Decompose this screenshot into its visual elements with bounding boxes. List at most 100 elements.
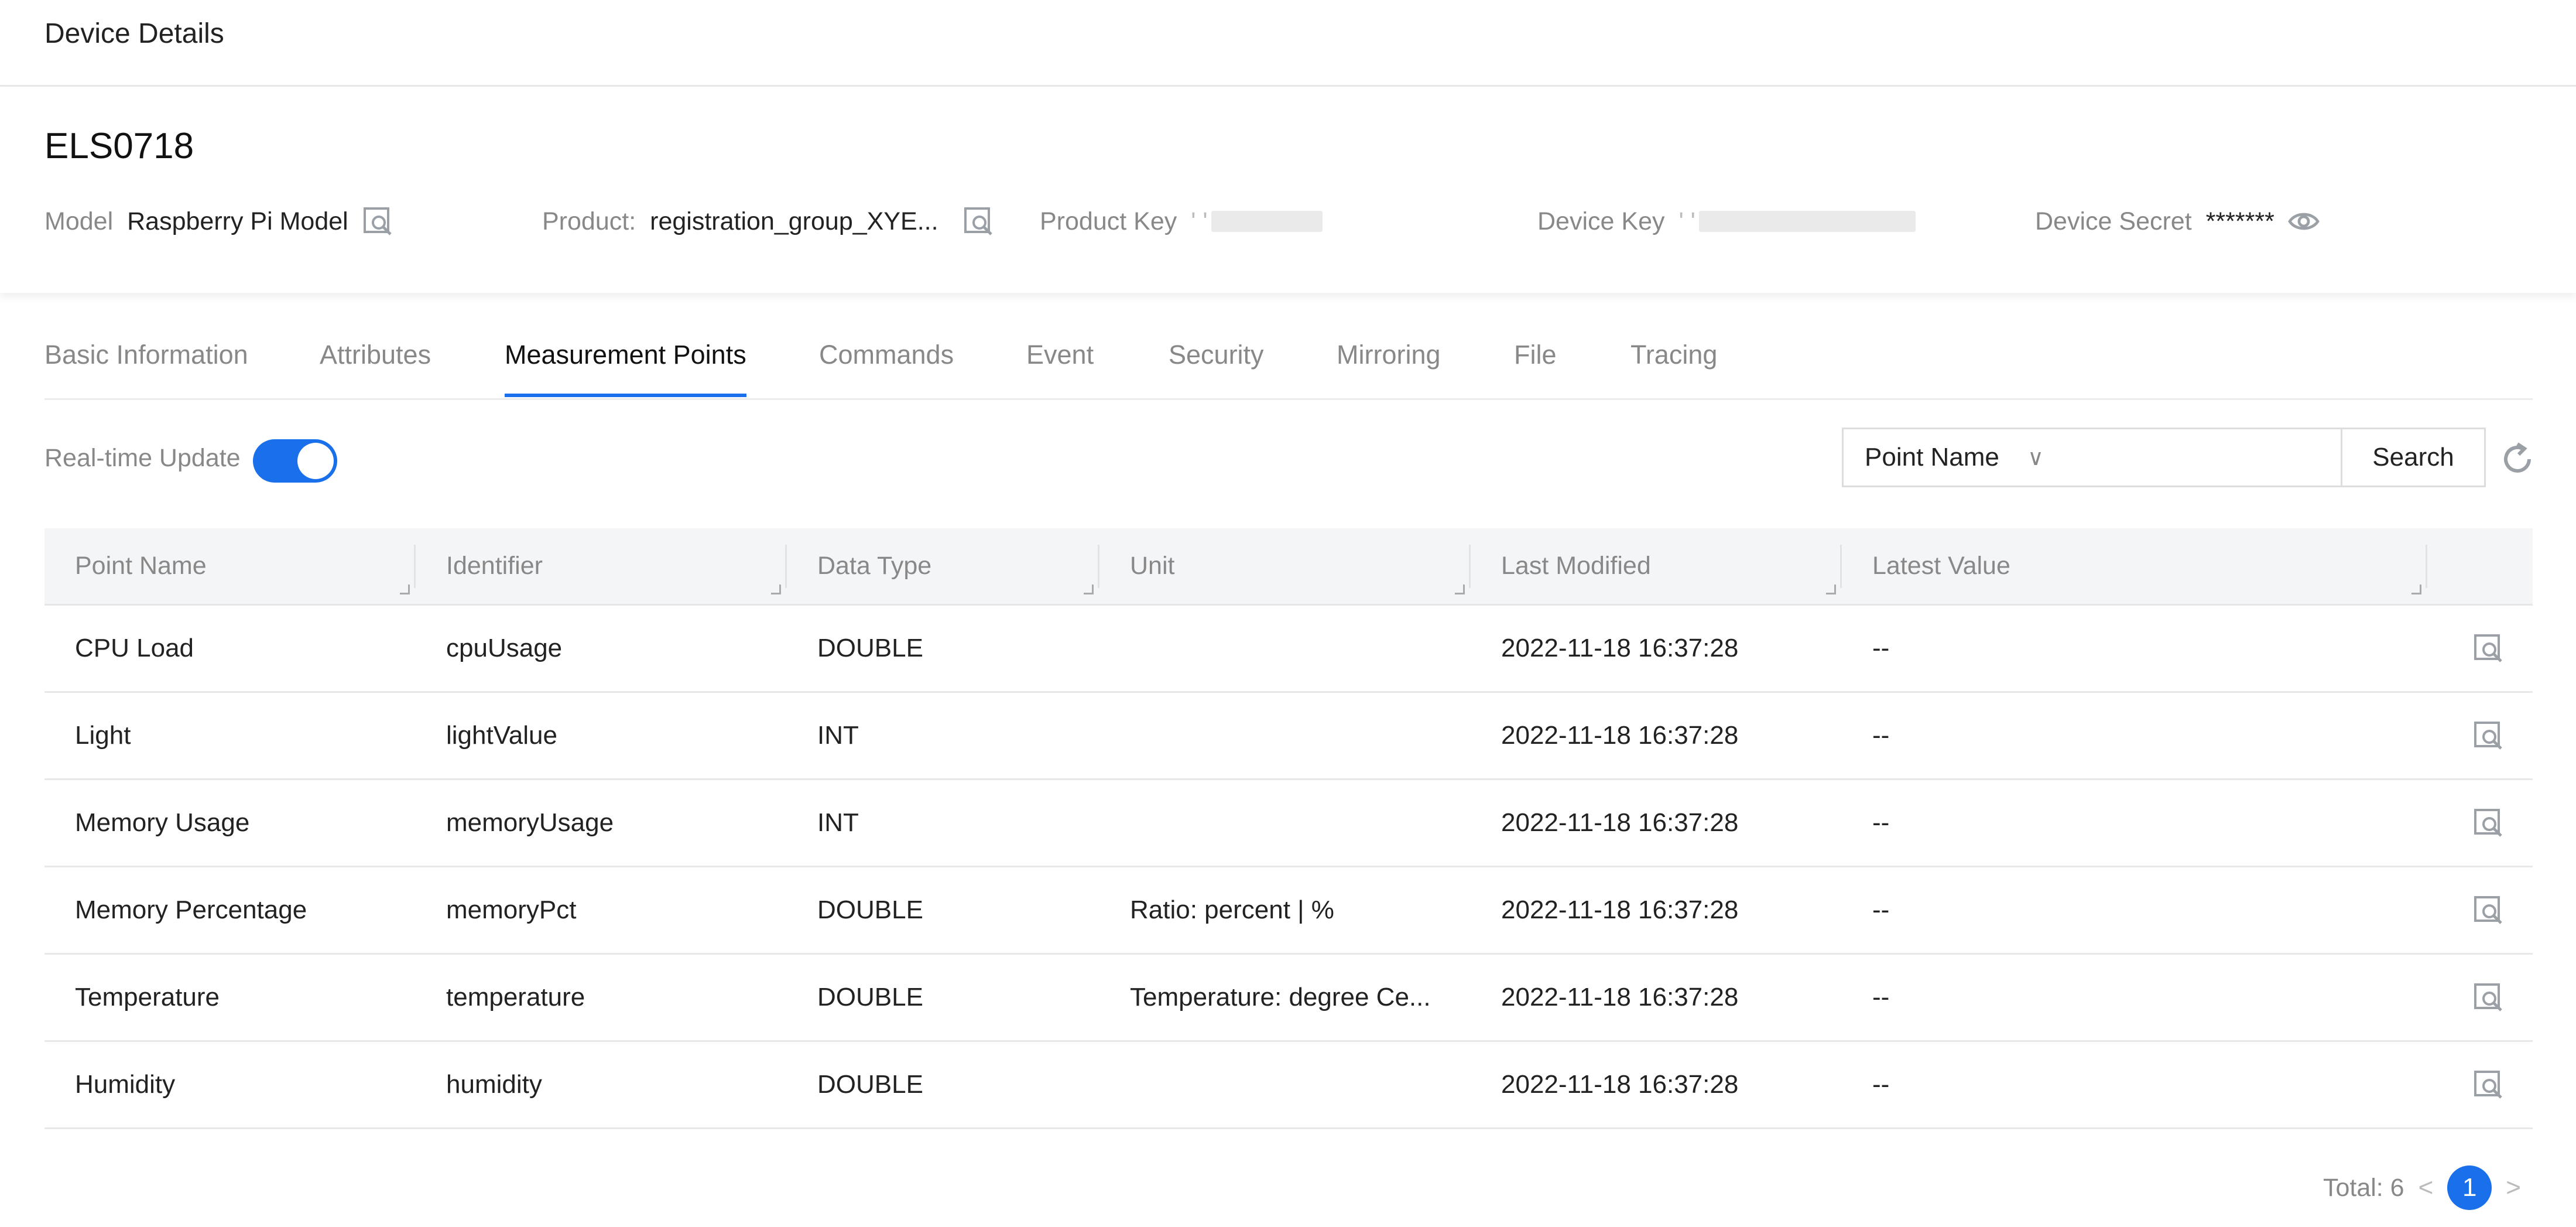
table-row: Memory Percentage memoryPct DOUBLE Ratio…	[44, 866, 2533, 953]
table-row: CPU Load cpuUsage DOUBLE 2022-11-18 16:3…	[44, 604, 2533, 692]
model-value: Raspberry Pi Model	[127, 207, 348, 235]
view-details-icon[interactable]	[2472, 981, 2505, 1014]
column-header[interactable]: Identifier	[416, 528, 787, 606]
view-details-icon[interactable]	[2472, 1068, 2505, 1101]
column-header[interactable]: Data Type	[787, 528, 1099, 606]
last-modified-cell: 2022-11-18 16:37:28	[1501, 808, 1739, 837]
product-key-label: Product Key	[1040, 207, 1177, 235]
filter-field-value: Point Name	[1865, 443, 1999, 471]
data-type-cell: DOUBLE	[817, 895, 923, 924]
latest-value-cell: --	[1872, 1069, 1890, 1099]
identifier-cell: memoryUsage	[446, 808, 614, 837]
unit-cell	[1099, 604, 1471, 692]
filter-field-select[interactable]: Point Name ∨	[1842, 428, 2063, 487]
point-name-cell: Memory Percentage	[75, 895, 307, 924]
latest-value-cell: --	[1872, 720, 1890, 750]
point-name-cell: Light	[75, 720, 131, 750]
device-key-label: Device Key	[1537, 207, 1665, 235]
view-details-icon[interactable]	[2472, 894, 2505, 927]
product-value: registration_group_XYE...	[650, 207, 938, 235]
view-details-icon[interactable]	[2472, 719, 2505, 752]
point-name-cell: Humidity	[75, 1069, 176, 1099]
tab-security[interactable]: Security	[1169, 340, 1264, 395]
model-field: Model Raspberry Pi Model	[44, 204, 394, 239]
column-header[interactable]: Point Name	[44, 528, 416, 606]
model-label: Model	[44, 207, 114, 235]
last-modified-cell: 2022-11-18 16:37:28	[1501, 633, 1739, 662]
search-input[interactable]	[2061, 428, 2342, 487]
unit-cell: Ratio: percent | %	[1130, 895, 1334, 924]
identifier-cell: lightValue	[446, 720, 557, 750]
toggle-knob	[297, 443, 334, 479]
product-key-value: ' '	[1191, 207, 1208, 235]
identifier-cell: cpuUsage	[446, 633, 563, 662]
latest-value-cell: --	[1872, 808, 1890, 837]
table-row: Light lightValue INT 2022-11-18 16:37:28…	[44, 692, 2533, 779]
identifier-cell: temperature	[446, 982, 585, 1011]
view-product-icon[interactable]	[962, 205, 995, 238]
point-name-cell: Temperature	[75, 982, 220, 1011]
device-key-value: ' '	[1678, 207, 1695, 235]
masked-value	[1698, 211, 1916, 232]
search-button[interactable]: Search	[2341, 428, 2486, 487]
point-name-cell: Memory Usage	[75, 808, 250, 837]
tab-attributes[interactable]: Attributes	[320, 340, 431, 395]
tab-mirroring[interactable]: Mirroring	[1337, 340, 1441, 395]
page-header: Device Details	[0, 0, 2576, 87]
device-name: ELS0718	[44, 126, 194, 166]
eye-icon[interactable]	[2287, 205, 2320, 238]
product-field: Product: registration_group_XYE...	[542, 204, 995, 239]
identifier-cell: memoryPct	[446, 895, 577, 924]
refresh-icon[interactable]	[2499, 440, 2536, 478]
tab-event[interactable]: Event	[1026, 340, 1094, 395]
data-type-cell: INT	[817, 720, 859, 750]
table-row: Memory Usage memoryUsage INT 2022-11-18 …	[44, 779, 2533, 866]
tab-basic-information[interactable]: Basic Information	[44, 340, 248, 395]
tab-measurement-points[interactable]: Measurement Points	[505, 340, 746, 397]
latest-value-cell: --	[1872, 633, 1890, 662]
identifier-cell: humidity	[446, 1069, 542, 1099]
product-key-field: Product Key ' '	[1040, 204, 1323, 239]
table-header-row: Point Name Identifier Data Type Unit Las…	[44, 528, 2533, 606]
page-title: Device Details	[44, 18, 224, 49]
table-row: Temperature temperature DOUBLE Temperatu…	[44, 953, 2533, 1041]
unit-cell	[1099, 779, 1471, 866]
realtime-update-label: Real-time Update	[44, 444, 241, 472]
view-details-icon[interactable]	[361, 205, 394, 238]
device-key-field: Device Key ' '	[1537, 204, 1916, 239]
data-type-cell: DOUBLE	[817, 633, 923, 662]
tab-bar: Basic Information Attributes Measurement…	[44, 293, 2533, 400]
chevron-left-icon[interactable]: <	[2419, 1173, 2434, 1202]
point-name-cell: CPU Load	[75, 633, 194, 662]
page-button[interactable]: 1	[2447, 1166, 2492, 1210]
total-count: Total: 6	[2322, 1173, 2404, 1202]
realtime-update-toggle[interactable]	[253, 439, 337, 483]
device-info-card: ELS0718 Model Raspberry Pi Model Product…	[0, 87, 2576, 293]
pagination: Total: 6 < 1 >	[2323, 1164, 2535, 1211]
tab-commands[interactable]: Commands	[819, 340, 954, 395]
unit-cell	[1099, 692, 1471, 779]
measurement-points-table: Point Name Identifier Data Type Unit Las…	[44, 528, 2533, 1129]
last-modified-cell: 2022-11-18 16:37:28	[1501, 895, 1739, 924]
table-row: Humidity humidity DOUBLE 2022-11-18 16:3…	[44, 1041, 2533, 1128]
tab-file[interactable]: File	[1514, 340, 1557, 395]
product-label: Product:	[542, 207, 636, 235]
view-details-icon[interactable]	[2472, 806, 2505, 839]
action-column-header	[2427, 528, 2533, 606]
data-type-cell: INT	[817, 808, 859, 837]
data-type-cell: DOUBLE	[817, 982, 923, 1011]
column-header[interactable]: Last Modified	[1471, 528, 1842, 606]
tab-tracing[interactable]: Tracing	[1630, 340, 1717, 395]
view-details-icon[interactable]	[2472, 632, 2505, 665]
unit-cell: Temperature: degree Ce...	[1130, 982, 1431, 1011]
chevron-right-icon[interactable]: >	[2506, 1173, 2521, 1202]
latest-value-cell: --	[1872, 982, 1890, 1011]
last-modified-cell: 2022-11-18 16:37:28	[1501, 720, 1739, 750]
device-secret-field: Device Secret *******	[2035, 204, 2320, 239]
column-header[interactable]: Latest Value	[1842, 528, 2427, 606]
device-secret-label: Device Secret	[2035, 207, 2192, 235]
data-type-cell: DOUBLE	[817, 1069, 923, 1099]
chevron-down-icon: ∨	[2027, 446, 2044, 470]
latest-value-cell: --	[1872, 895, 1890, 924]
column-header[interactable]: Unit	[1099, 528, 1471, 606]
